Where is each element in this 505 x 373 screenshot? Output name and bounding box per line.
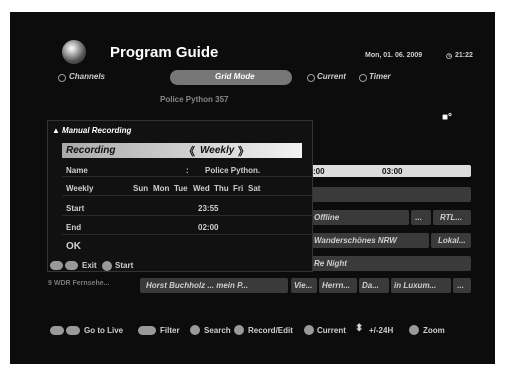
current-radio-icon[interactable]: [307, 74, 315, 82]
weekly-label: Weekly: [66, 184, 94, 193]
ok-key-icon[interactable]: [102, 261, 112, 271]
chevron-right-icon[interactable]: 》: [238, 143, 249, 159]
back-key-icon[interactable]: [66, 326, 80, 335]
record-key-icon[interactable]: [234, 325, 244, 335]
time-b: 03:00: [382, 167, 403, 176]
header-clock: 21:22: [455, 52, 473, 59]
divider: [62, 176, 313, 177]
start-value[interactable]: 23:55: [198, 204, 218, 213]
channels-radio-icon[interactable]: [58, 74, 66, 82]
page-title: Program Guide: [110, 44, 219, 61]
day-sat[interactable]: Sat: [248, 184, 260, 193]
day-mon[interactable]: Mon: [153, 184, 169, 193]
chevron-left-icon[interactable]: 《: [184, 143, 195, 159]
name-label: Name: [66, 166, 88, 175]
filter-key-icon[interactable]: [138, 326, 156, 335]
grid-cell-label: Vie...: [294, 281, 313, 290]
legend-search[interactable]: Search: [204, 326, 231, 335]
day-fri[interactable]: Fri: [233, 184, 243, 193]
channel-updown-icon[interactable]: ⬍: [355, 323, 363, 334]
day-wed[interactable]: Wed: [193, 184, 210, 193]
tv-screen: Program Guide Mon, 01. 06. 2009 ◷ 21:22 …: [10, 12, 495, 364]
exit-key-icon[interactable]: [50, 261, 63, 270]
grid-cell-label: Re Night: [314, 259, 347, 268]
program-guide-logo-icon: [62, 40, 86, 64]
mode-timer[interactable]: Timer: [369, 72, 391, 81]
live-key-icon[interactable]: [50, 326, 64, 335]
mode-channels[interactable]: Channels: [69, 72, 105, 81]
name-colon: :: [186, 166, 189, 175]
grid-cell-label: ...: [415, 213, 422, 222]
start-label: Start: [66, 204, 85, 213]
legend-go-live[interactable]: Go to Live: [84, 326, 123, 335]
grid-cell-label: ...: [457, 281, 464, 290]
legend-channel[interactable]: +/-24H: [369, 326, 393, 335]
mode-grid-label: Grid Mode: [215, 72, 255, 81]
day-tue[interactable]: Tue: [174, 184, 188, 193]
header-date: Mon, 01. 06. 2009: [365, 52, 423, 59]
grid-cell-label: Herrn...: [322, 281, 351, 290]
end-label: End: [66, 223, 82, 232]
zoom-key-icon[interactable]: [409, 325, 419, 335]
divider: [62, 215, 313, 216]
footer-exit: Exit: [82, 261, 97, 270]
warning-icon: ▲: [52, 126, 60, 135]
ok-button[interactable]: OK: [66, 241, 81, 252]
footer-start: Start: [115, 261, 134, 270]
grid-cell-label: RTL...: [440, 213, 463, 222]
grid-cell-label: in Luxum...: [394, 281, 437, 290]
end-value[interactable]: 02:00: [198, 223, 218, 232]
record-indicator-icon: ■°: [442, 112, 453, 123]
timer-radio-icon[interactable]: [359, 74, 367, 82]
back-key-icon[interactable]: [65, 261, 78, 270]
channel-name: 9 WDR Fernsehe...: [48, 280, 110, 287]
recording-value: Weekly: [200, 145, 235, 156]
clock-icon: ◷: [446, 53, 453, 60]
legend-record[interactable]: Record/Edit: [248, 326, 293, 335]
grid-cell-label: Lokal...: [438, 236, 466, 245]
time-a: :00: [313, 167, 325, 176]
legend-filter[interactable]: Filter: [160, 326, 180, 335]
search-key-icon[interactable]: [190, 325, 200, 335]
divider: [62, 234, 313, 235]
grid-cell-label: Offline: [314, 213, 340, 222]
current-key-icon[interactable]: [304, 325, 314, 335]
legend-zoom[interactable]: Zoom: [423, 326, 445, 335]
day-sun[interactable]: Sun: [133, 184, 148, 193]
grid-cell[interactable]: [311, 187, 471, 202]
grid-cell-label: Da...: [362, 281, 379, 290]
grid-cell-label: Horst Buchholz ... mein P...: [146, 281, 249, 290]
grid-program-title: Police Python 357: [160, 95, 229, 104]
legend-current[interactable]: Current: [317, 326, 346, 335]
recording-label: Recording: [66, 145, 116, 156]
grid-cell-label: Wanderschönes NRW: [314, 236, 397, 245]
divider: [62, 195, 313, 196]
name-value[interactable]: Police Python.: [205, 166, 260, 175]
dialog-title: Manual Recording: [62, 126, 132, 135]
day-thu[interactable]: Thu: [214, 184, 229, 193]
mode-current[interactable]: Current: [317, 72, 346, 81]
